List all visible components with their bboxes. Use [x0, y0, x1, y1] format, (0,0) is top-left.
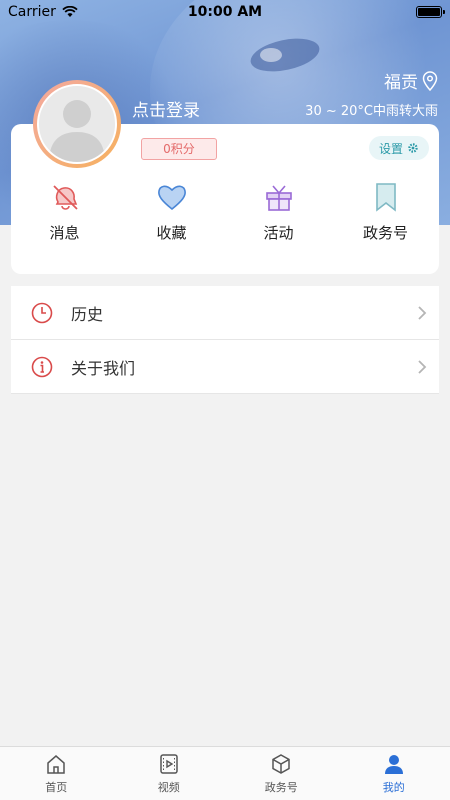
tab-label: 首页: [45, 780, 68, 794]
login-link[interactable]: 点击登录: [132, 96, 200, 121]
battery-icon: [416, 6, 445, 18]
quick-item-gov-accounts[interactable]: 政务号: [332, 182, 439, 243]
status-bar: Carrier 10:00 AM: [0, 0, 450, 24]
quick-item-messages[interactable]: 消息: [11, 182, 118, 243]
location[interactable]: 福贡: [384, 68, 438, 93]
menu-item-label: 关于我们: [71, 358, 136, 378]
weather-info: 30 ~ 20°C中雨转大雨: [305, 104, 438, 119]
user-icon: [384, 754, 403, 774]
location-label: 福贡: [384, 73, 418, 93]
default-avatar-icon: [49, 100, 105, 162]
quick-item-favorites[interactable]: 收藏: [118, 182, 225, 243]
tab-gov-accounts[interactable]: 政务号: [225, 747, 338, 800]
gift-icon: [265, 185, 292, 211]
quick-item-label: 收藏: [156, 224, 187, 242]
home-icon: [47, 754, 65, 774]
tab-video[interactable]: 视频: [113, 747, 226, 800]
bell-off-icon: [52, 185, 78, 210]
info-icon: [31, 356, 53, 377]
quick-item-label: 活动: [263, 224, 294, 242]
tab-mine[interactable]: 我的: [338, 747, 450, 800]
menu-item-label: 历史: [71, 304, 104, 324]
cube-icon: [272, 753, 290, 774]
tab-label: 视频: [157, 780, 180, 794]
avatar[interactable]: [33, 80, 121, 168]
tab-home[interactable]: 首页: [0, 747, 113, 800]
gear-icon: [408, 143, 418, 153]
quick-item-label: 政务号: [362, 224, 408, 242]
quick-item-label: 消息: [49, 224, 80, 242]
clock-icon: [31, 302, 53, 323]
menu-item-history[interactable]: 历史: [11, 286, 439, 340]
heart-icon: [157, 185, 186, 211]
quick-actions: 消息 收藏 活动 政务号: [11, 182, 439, 243]
tab-label: 我的: [382, 780, 405, 794]
carrier-label: Carrier: [8, 4, 56, 20]
chevron-right-icon: [418, 305, 427, 320]
location-pin-icon: [422, 70, 438, 91]
tab-label: 政务号: [264, 780, 298, 794]
settings-button[interactable]: 设置: [368, 136, 429, 160]
quick-item-activities[interactable]: 活动: [225, 182, 332, 243]
tab-bar: 首页 视频 政务号 我的: [0, 746, 450, 800]
points-badge[interactable]: 0积分: [141, 138, 217, 160]
video-icon: [160, 753, 178, 774]
wifi-icon: [62, 6, 78, 17]
settings-label: 设置: [378, 141, 403, 156]
menu-item-about[interactable]: 关于我们: [11, 340, 439, 394]
bookmark-icon: [375, 183, 396, 212]
chevron-right-icon: [418, 359, 427, 374]
menu-list: 历史 关于我们: [11, 286, 439, 394]
